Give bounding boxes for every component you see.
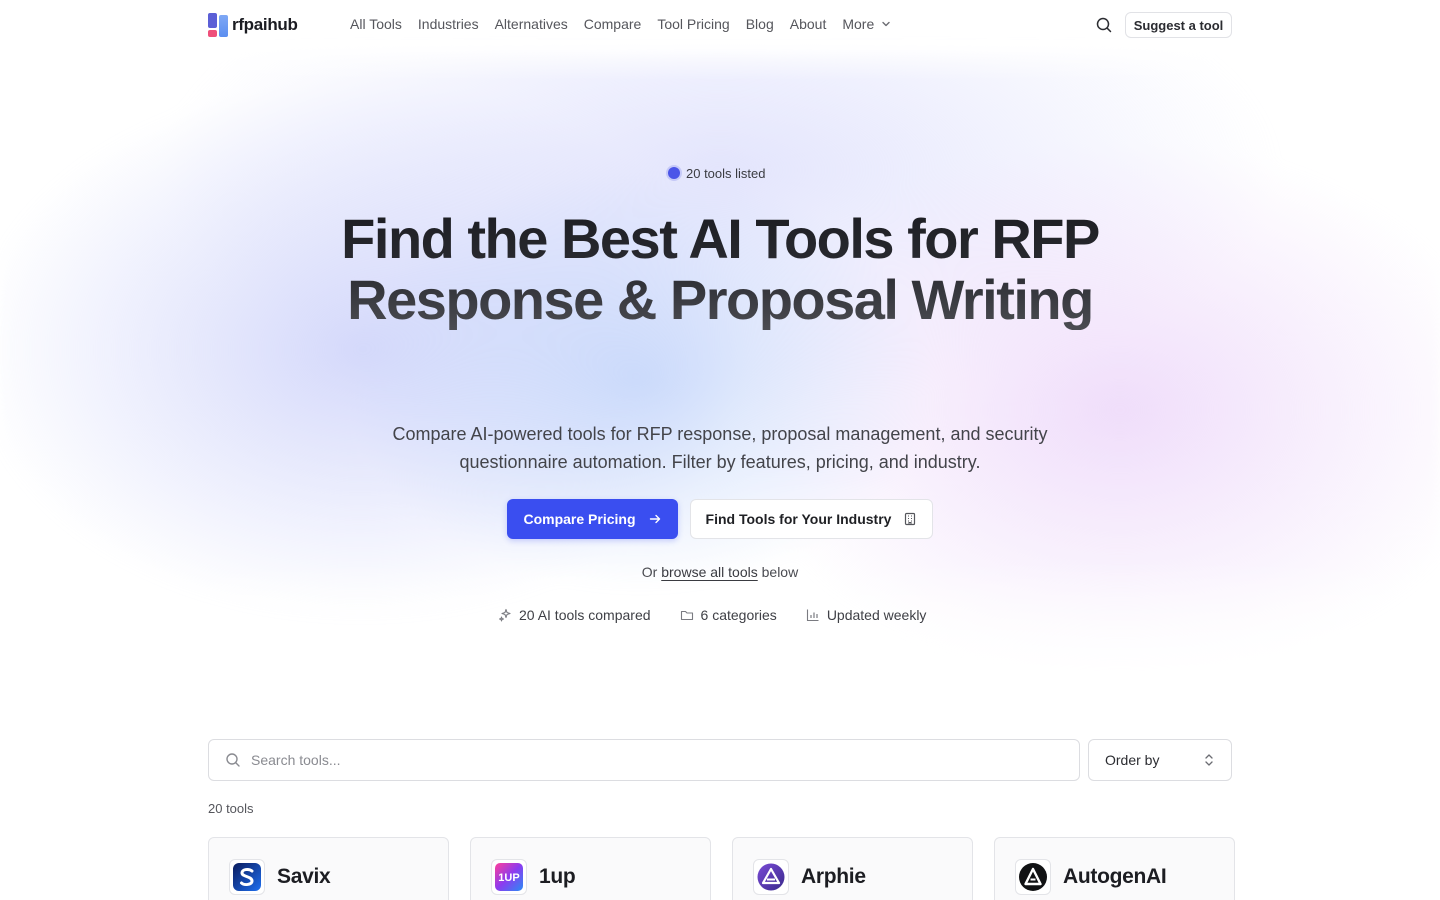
tools-count-badge: 20 tools listed	[664, 162, 772, 184]
autogenai-logo-icon	[1015, 859, 1051, 895]
browse-prefix: Or	[641, 564, 658, 580]
nav-link-about[interactable]: About	[790, 16, 827, 32]
tool-grid: Savix 1UP 1up Arphie AutogenAI	[208, 837, 1235, 900]
nav-more-dropdown[interactable]: More	[842, 16, 892, 32]
browse-all-tools-link[interactable]: browse all tools	[661, 564, 758, 580]
stat-updated-label: Updated weekly	[826, 607, 927, 623]
hero-fade	[0, 560, 1440, 700]
stat-categories: 6 categories	[680, 607, 777, 623]
tools-count-badge-label: 20 tools listed	[686, 165, 766, 181]
logo-mark-icon	[208, 13, 228, 37]
chevron-down-icon	[882, 21, 890, 27]
sparkles-icon	[499, 608, 511, 622]
tool-count: 20 tools	[208, 801, 254, 816]
savix-logo-icon	[229, 859, 265, 895]
status-dot-icon	[668, 167, 680, 179]
compare-pricing-button[interactable]: Compare Pricing	[507, 499, 678, 539]
search-icon	[226, 753, 240, 767]
hero-stats: 20 AI tools compared 6 categories Update…	[498, 607, 926, 623]
stat-tools-compared: 20 AI tools compared	[498, 607, 651, 623]
top-navigation: rfpaihub All Tools Industries Alternativ…	[0, 0, 1440, 50]
nav-link-compare[interactable]: Compare	[584, 16, 642, 32]
building-icon	[905, 512, 916, 526]
nav-more-label: More	[842, 16, 875, 32]
hero-subtitle: Compare AI-powered tools for RFP respons…	[392, 424, 1048, 472]
tool-card-name: AutogenAI	[1063, 865, 1167, 888]
chevrons-up-down-icon	[1205, 754, 1213, 766]
bar-chart-icon	[806, 609, 819, 622]
tool-search	[208, 739, 1080, 781]
brand-logo[interactable]: rfpaihub	[208, 13, 298, 37]
browse-suffix: below	[761, 564, 799, 580]
suggest-tool-button[interactable]: Suggest a tool	[1125, 12, 1232, 38]
find-tools-industry-label: Find Tools for Your Industry	[705, 511, 892, 527]
nav-link-tool-pricing[interactable]: Tool Pricing	[657, 16, 729, 32]
folder-icon	[680, 610, 693, 621]
tool-card-1up[interactable]: 1UP 1up	[470, 837, 711, 900]
arphie-logo-icon	[753, 859, 789, 895]
stat-updated: Updated weekly	[806, 607, 927, 623]
page-title: Find the Best AI Tools for RFP Response …	[320, 208, 1120, 330]
tool-card-savix[interactable]: Savix	[208, 837, 449, 900]
order-by-label: Order by	[1105, 752, 1160, 768]
1up-logo-icon: 1UP	[491, 859, 527, 895]
browse-line: Or browse all tools below	[0, 564, 1440, 580]
find-tools-industry-button[interactable]: Find Tools for Your Industry	[690, 499, 933, 539]
compare-pricing-label: Compare Pricing	[523, 511, 636, 527]
nav-link-alternatives[interactable]: Alternatives	[495, 16, 568, 32]
tool-card-arphie[interactable]: Arphie	[732, 837, 973, 900]
tool-card-name: 1up	[539, 865, 576, 888]
nav-link-industries[interactable]: Industries	[418, 16, 479, 32]
stat-tools-compared-label: 20 AI tools compared	[519, 607, 651, 623]
brand-name: rfpaihub	[232, 15, 298, 34]
arrow-right-icon	[649, 514, 660, 524]
tool-card-name: Arphie	[801, 865, 866, 888]
tool-card-autogenai[interactable]: AutogenAI	[994, 837, 1235, 900]
order-by-select[interactable]: Order by	[1088, 739, 1232, 781]
search-icon[interactable]	[1095, 16, 1113, 34]
tool-card-name: Savix	[277, 865, 331, 888]
nav-links: All Tools Industries Alternatives Compar…	[350, 16, 892, 32]
search-input[interactable]	[251, 752, 1051, 768]
svg-text:1UP: 1UP	[498, 872, 519, 884]
nav-link-blog[interactable]: Blog	[746, 16, 774, 32]
nav-link-all-tools[interactable]: All Tools	[350, 16, 402, 32]
stat-categories-label: 6 categories	[700, 607, 777, 623]
